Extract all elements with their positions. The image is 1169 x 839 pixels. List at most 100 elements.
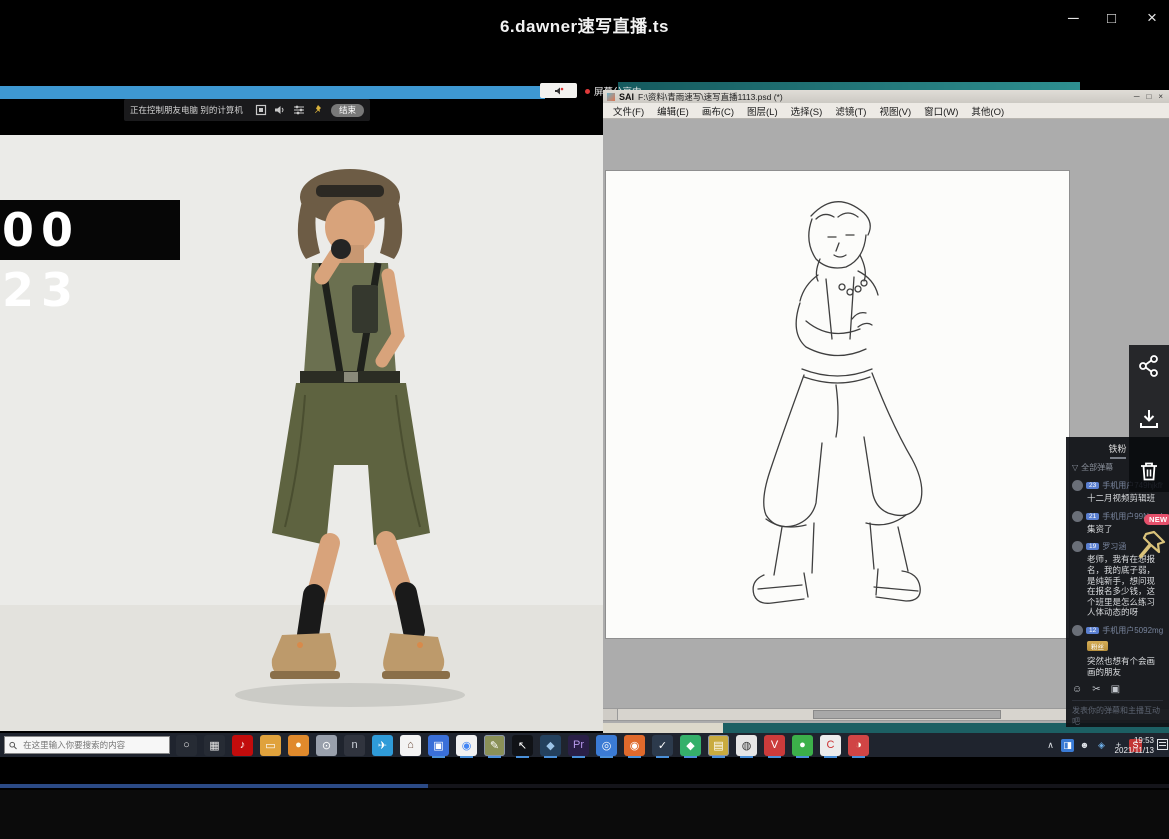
user-level-badge: 19	[1086, 543, 1099, 550]
taskbar-app-sai[interactable]: ✎	[484, 735, 505, 756]
speaker-icon[interactable]	[274, 104, 286, 116]
chat-input-placeholder[interactable]: 发表你的弹幕和主播互动吧	[1072, 705, 1163, 727]
potplayer-window: 6.dawner速写直播.ts ─ □ × 屏幕分享中 正在控制朋友电脑 别的计…	[0, 0, 1169, 839]
taskbar-app-premiere[interactable]: Pr	[568, 735, 589, 756]
taskbar-app-dark-n[interactable]: n	[344, 735, 365, 756]
sai-maximize-icon[interactable]: □	[1146, 92, 1151, 101]
taskbar-app-dark-blue[interactable]: ◆	[540, 735, 561, 756]
chat-message-list: 23 手机用户749hjkfh 十二月视频剪辑班 21 手机用户99Nwwbg …	[1072, 480, 1163, 677]
taskbar-app-red-v[interactable]: V	[764, 735, 785, 756]
tray-blue-app-icon[interactable]: ◨	[1061, 739, 1074, 752]
search-input[interactable]	[21, 739, 165, 751]
username: 罗习涵	[1102, 541, 1126, 552]
sai-app-name: SAI	[619, 92, 634, 102]
seek-bar-progress	[0, 784, 428, 788]
seek-bar[interactable]	[0, 784, 1169, 788]
pin-icon[interactable]	[312, 104, 324, 116]
end-control-button[interactable]: 结束	[331, 104, 364, 117]
remote-banner-text: 正在控制朋友电脑 别的计算机	[130, 104, 248, 116]
filter-funnel-icon: ▽	[1072, 463, 1078, 472]
clock-time: 19:53	[1112, 736, 1154, 746]
trash-icon[interactable]	[1137, 459, 1161, 483]
share-icon[interactable]	[1137, 354, 1161, 378]
message-text: 十二月视频剪辑班	[1087, 493, 1163, 504]
avatar	[1072, 625, 1083, 636]
taskbar-app-gray[interactable]: ⊙	[316, 735, 337, 756]
sai-menu-item[interactable]: 编辑(E)	[657, 104, 689, 118]
taskbar-apps: ○ ▦ ♪ ▭ ● ⊙	[176, 734, 869, 756]
taskbar-app-blue-square[interactable]: ▣	[428, 735, 449, 756]
emoji-icon[interactable]: ☺	[1072, 684, 1082, 695]
remote-control-banner: 正在控制朋友电脑 别的计算机 结束	[124, 99, 370, 121]
reference-video-pane: 00 23	[0, 135, 603, 731]
message-text: 突然也想有个会画画的朋友	[1087, 656, 1163, 677]
video-title: 6.dawner速写直播.ts	[0, 12, 1169, 37]
taskbar-clock[interactable]: 19:53 2021/11/13	[1112, 736, 1154, 755]
screenshot-icon[interactable]	[255, 104, 267, 116]
sai-menu-item[interactable]: 图层(L)	[747, 104, 778, 118]
blue-top-bar	[0, 86, 545, 99]
taskbar-app-telegram[interactable]: ✈	[372, 735, 393, 756]
sai-menu-item[interactable]: 滤镜(T)	[835, 104, 866, 118]
taskbar-app-white-circle[interactable]: ◍	[736, 735, 757, 756]
avatar	[1072, 511, 1083, 522]
taskbar-app-yellow[interactable]: ▭	[260, 735, 281, 756]
gold-pin-icon	[1134, 528, 1168, 564]
taskbar-app-chrome[interactable]: ◉	[456, 735, 477, 756]
chat-divider	[1072, 700, 1163, 701]
taskbar-app-wechat[interactable]: ●	[792, 735, 813, 756]
pin-tool[interactable]	[1134, 528, 1168, 564]
sai-menu-item[interactable]: 文件(F)	[613, 104, 644, 118]
taskbar-app-sai2-cursor[interactable]: ↖	[512, 735, 533, 756]
screen-share-chip	[540, 83, 577, 98]
sai-scrollbar-thumb[interactable]	[813, 710, 1001, 719]
download-icon[interactable]	[1137, 407, 1161, 431]
close-icon[interactable]: ×	[1147, 8, 1157, 28]
taskbar-app-red-blue[interactable]: ◑	[848, 735, 869, 756]
scissors-icon[interactable]: ✂	[1092, 684, 1100, 695]
username: 手机用户5092mgmsh	[1102, 625, 1163, 636]
sai-document-title: F:\资料\青雨速写\速写直播1113.psd (*)	[638, 91, 1130, 103]
speaker-icon	[554, 86, 564, 96]
tray-user-icon[interactable]: ☻	[1078, 739, 1091, 752]
taskbar-app-orange-dot[interactable]: ●	[288, 735, 309, 756]
player-titlebar: 6.dawner速写直播.ts ─ □ ×	[0, 0, 1169, 45]
sketch-drawing	[606, 171, 1069, 638]
sai-menu-item[interactable]: 窗口(W)	[924, 104, 958, 118]
taskbar-app-blue-circle[interactable]: ◎	[596, 735, 617, 756]
taskbar-app-line[interactable]: ⌂	[400, 735, 421, 756]
side-tool-strip	[1129, 345, 1169, 492]
taskbar-app-netease-music[interactable]: ♪	[232, 735, 253, 756]
taskbar-app-green-diamond[interactable]: ◆	[680, 735, 701, 756]
taskbar-app-circle-c[interactable]: C	[820, 735, 841, 756]
sai-menu-item[interactable]: 选择(S)	[791, 104, 823, 118]
tray-defender-shield-icon[interactable]: ◈	[1095, 739, 1108, 752]
sai-minimize-icon[interactable]: ─	[1134, 92, 1140, 101]
user-level-badge: 21	[1086, 513, 1099, 520]
sai-close-icon[interactable]: ×	[1158, 92, 1163, 101]
action-center-icon[interactable]	[1157, 739, 1168, 750]
image-icon[interactable]: ▣	[1111, 684, 1120, 695]
taskbar-app-orange-circle[interactable]: ◉	[624, 735, 645, 756]
sai-menu-item[interactable]: 其他(O)	[971, 104, 1004, 118]
taskbar-search[interactable]	[4, 736, 170, 754]
sai-menu-item[interactable]: 视图(V)	[879, 104, 911, 118]
maximize-icon[interactable]: □	[1107, 10, 1116, 27]
settings-sliders-icon[interactable]	[293, 104, 305, 116]
sai-logo-icon	[607, 93, 615, 101]
hidden-icons-chevron[interactable]: ∧	[1044, 739, 1057, 752]
taskbar-app-check[interactable]: ✓	[652, 735, 673, 756]
taskbar-app-cortana[interactable]: ○	[176, 735, 197, 756]
sai-menu-item[interactable]: 画布(C)	[702, 104, 734, 118]
pin-new-badge: NEW	[1144, 514, 1169, 525]
search-icon	[9, 741, 17, 750]
sai-canvas[interactable]	[605, 170, 1070, 639]
taskbar-app-file-explorer[interactable]: ▤	[708, 735, 729, 756]
chat-message: 12 手机用户5092mgmsh 粉丝 突然也想有个会画画的朋友	[1072, 625, 1163, 677]
sai-scroll-corner	[603, 709, 618, 720]
minimize-icon[interactable]: ─	[1068, 10, 1079, 27]
fan-medal-badge: 粉丝	[1087, 641, 1108, 651]
avatar	[1072, 541, 1083, 552]
user-level-badge: 23	[1086, 482, 1099, 489]
taskbar-app-task-view[interactable]: ▦	[204, 735, 225, 756]
